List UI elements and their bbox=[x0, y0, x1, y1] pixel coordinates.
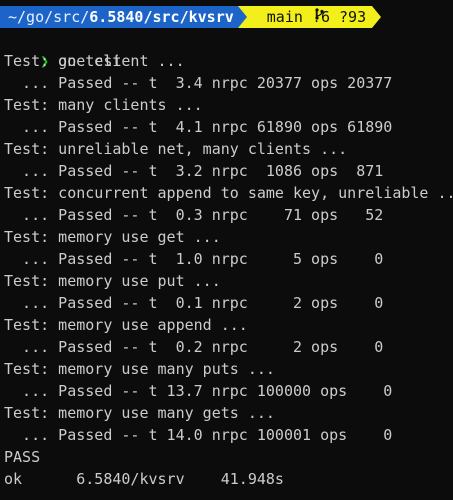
path-repo: kvsrv bbox=[188, 8, 234, 26]
path-dir: 6.5840 bbox=[89, 8, 144, 26]
output-line: Test: unreliable net, many clients ... bbox=[4, 140, 348, 158]
output-line: ... Passed -- t 3.4 nrpc 20377 ops 20377 bbox=[4, 74, 393, 92]
terminal-window[interactable]: ~/go/src/6.5840/src / kvsrv main !6 ?93 ❯ … bbox=[0, 0, 453, 500]
powerline-arrow-icon bbox=[237, 6, 247, 28]
path-separator: / bbox=[143, 8, 153, 26]
path-separator: / bbox=[179, 8, 189, 26]
path-prefix: ~/go/src/ bbox=[8, 8, 90, 26]
output-line: Test: memory use many puts ... bbox=[4, 360, 275, 378]
output-line: ... Passed -- t 14.0 nrpc 100001 ops 0 bbox=[4, 426, 393, 444]
git-status: !6 ?93 bbox=[311, 8, 367, 26]
output-line: Test: concurrent append to same key, unr… bbox=[4, 184, 453, 202]
output-line: ... Passed -- t 0.1 nrpc 2 ops 0 bbox=[4, 294, 384, 312]
output-line: Test: memory use put ... bbox=[4, 272, 221, 290]
command-line[interactable]: ❯ go test bbox=[0, 28, 453, 70]
powerline-arrow-icon bbox=[372, 6, 382, 28]
prompt-bar: ~/go/src/6.5840/src / kvsrv main !6 ?93 bbox=[0, 6, 453, 28]
path-segment: ~/go/src/6.5840/src / kvsrv bbox=[0, 6, 238, 28]
test-output: Test: one client ... ... Passed -- t 3.4… bbox=[0, 50, 453, 490]
output-line: ... Passed -- t 3.2 nrpc 1086 ops 871 bbox=[4, 162, 384, 180]
output-line: ... Passed -- t 0.2 nrpc 2 ops 0 bbox=[4, 338, 384, 356]
output-line: Test: memory use get ... bbox=[4, 228, 221, 246]
branch-icon bbox=[253, 0, 325, 50]
git-branch: main bbox=[266, 8, 303, 26]
output-line: ... Passed -- t 1.0 nrpc 5 ops 0 bbox=[4, 250, 384, 268]
path-src: src bbox=[152, 8, 180, 26]
output-line: ... Passed -- t 13.7 nrpc 100000 ops 0 bbox=[4, 382, 393, 400]
output-line: PASS bbox=[4, 448, 41, 466]
output-line: Test: one client ... bbox=[4, 52, 185, 70]
output-line: Test: memory use append ... bbox=[4, 316, 248, 334]
output-line: Test: many clients ... bbox=[4, 96, 203, 114]
output-line: ... Passed -- t 0.3 nrpc 71 ops 52 bbox=[4, 206, 384, 224]
output-line: ... Passed -- t 4.1 nrpc 61890 ops 61890 bbox=[4, 118, 393, 136]
output-line: Test: memory use many gets ... bbox=[4, 404, 275, 422]
git-segment: main !6 ?93 bbox=[246, 6, 373, 28]
output-line: ok 6.5840/kvsrv 41.948s bbox=[4, 470, 284, 488]
